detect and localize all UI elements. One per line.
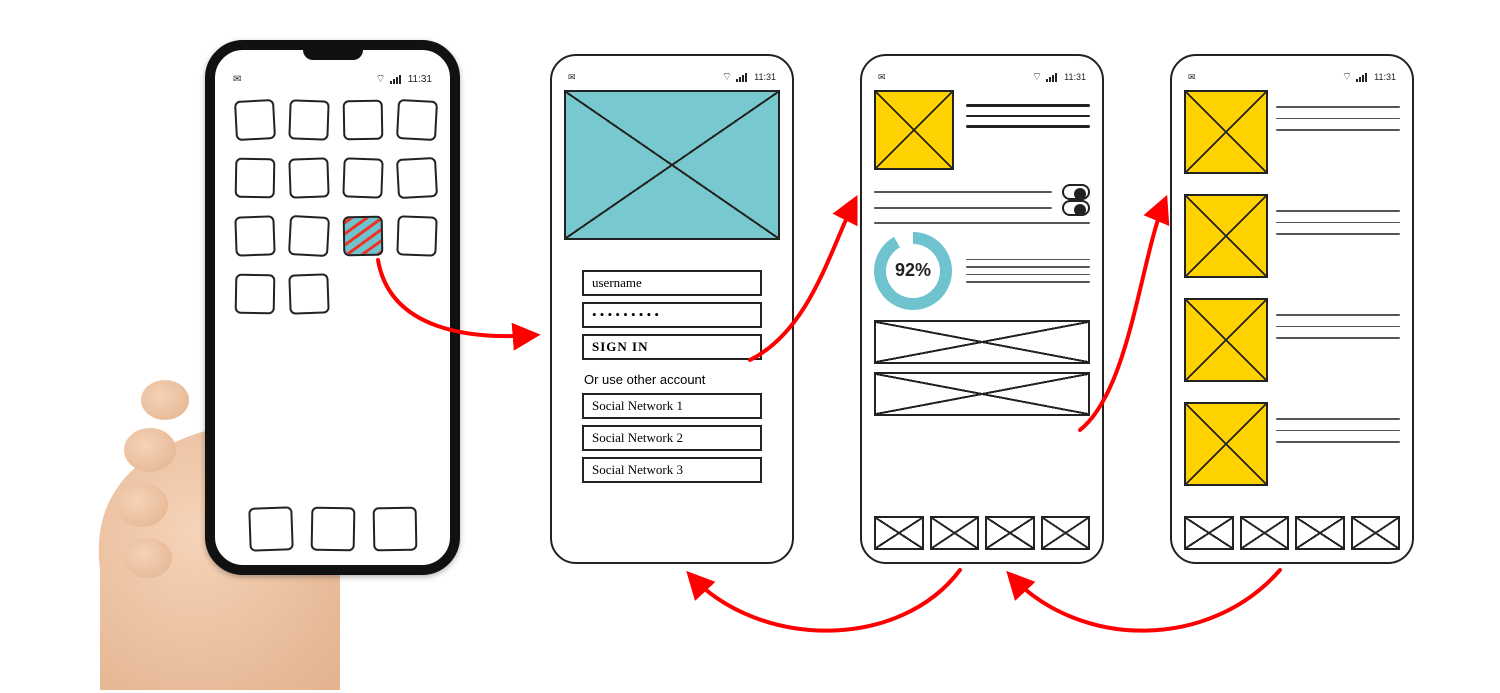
app-icon[interactable] [396, 157, 438, 199]
app-icon[interactable] [396, 215, 437, 256]
password-input[interactable]: • • • • • • • • • [582, 302, 762, 328]
text-line [966, 274, 1090, 276]
app-icon[interactable] [343, 100, 384, 141]
tab-item[interactable] [1240, 516, 1290, 550]
app-icon[interactable] [288, 215, 330, 257]
status-bar: ✉ ⌔ 11:31 [229, 72, 436, 86]
tab-item[interactable] [1351, 516, 1401, 550]
status-bar: ✉ ⌔ 11:31 [564, 70, 780, 84]
tab-bar [1184, 516, 1400, 550]
signal-icon [390, 74, 404, 84]
status-bar: ✉ ⌔ 11:31 [1184, 70, 1400, 84]
tab-item[interactable] [1041, 516, 1091, 550]
wifi-icon: ⌔ [375, 74, 385, 85]
setting-row [874, 191, 1052, 193]
status-time: 11:31 [408, 74, 432, 85]
text-line [966, 125, 1090, 128]
username-label: username [592, 275, 642, 291]
thumbnail-placeholder [1184, 298, 1268, 382]
dock-icon[interactable] [310, 507, 355, 552]
wifi-icon: ⌔ [1032, 72, 1042, 83]
physical-phone: ✉ ⌔ 11:31 [205, 40, 460, 575]
text-line [966, 104, 1090, 107]
toggle-switch[interactable] [1062, 184, 1090, 200]
banner-placeholder[interactable] [874, 320, 1090, 364]
status-time: 11:31 [754, 72, 776, 82]
dock-icon[interactable] [372, 507, 417, 552]
text-line [966, 259, 1090, 261]
tab-item[interactable] [985, 516, 1035, 550]
tab-bar [874, 516, 1090, 550]
app-icon[interactable] [288, 273, 329, 314]
tab-item[interactable] [1184, 516, 1234, 550]
banner-placeholder[interactable] [874, 372, 1090, 416]
thumbnail-placeholder [1184, 90, 1268, 174]
status-bar: ✉ ⌔ 11:31 [874, 70, 1090, 84]
signal-icon [1046, 72, 1060, 82]
list-item[interactable] [1184, 298, 1400, 392]
progress-ring: 92% [874, 232, 952, 310]
app-icon[interactable] [342, 157, 383, 198]
social-login-1[interactable]: Social Network 1 [582, 393, 762, 419]
status-time: 11:31 [1374, 72, 1396, 82]
signal-icon [736, 72, 750, 82]
password-mask: • • • • • • • • • [592, 307, 659, 323]
list-item[interactable] [1184, 402, 1400, 496]
list-item[interactable] [1184, 90, 1400, 184]
arrow-back-dashboard-to-login [690, 570, 960, 631]
wifi-icon: ⌔ [1342, 72, 1352, 83]
setting-row [874, 207, 1052, 209]
text-line [966, 266, 1090, 268]
thumbnail-placeholder [1184, 402, 1268, 486]
mail-icon: ✉ [568, 72, 576, 83]
tab-item[interactable] [874, 516, 924, 550]
app-icon[interactable] [396, 99, 438, 141]
hero-image-placeholder [564, 90, 780, 240]
app-icon[interactable] [234, 215, 275, 256]
dock [215, 507, 450, 551]
dock-icon[interactable] [248, 506, 294, 552]
alt-login-caption: Or use other account [584, 372, 762, 387]
tab-item[interactable] [930, 516, 980, 550]
text-line [966, 115, 1090, 118]
text-line [874, 222, 1090, 224]
wifi-icon: ⌔ [722, 72, 732, 83]
app-icon[interactable] [288, 157, 329, 198]
mail-icon: ✉ [233, 74, 241, 85]
social-login-3[interactable]: Social Network 3 [582, 457, 762, 483]
arrow-back-list-to-dashboard [1010, 570, 1280, 631]
wireframe-dashboard: ✉ ⌔ 11:31 92% [860, 54, 1104, 564]
thumbnail-placeholder [1184, 194, 1268, 278]
progress-value: 92% [895, 260, 931, 281]
wireframe-list: ✉ ⌔ 11:31 [1170, 54, 1414, 564]
wireframe-login: ✉ ⌔ 11:31 username • • • • • • • • • SIG… [550, 54, 794, 564]
app-icon[interactable] [288, 99, 329, 140]
app-icon-selected[interactable] [343, 216, 384, 257]
signal-icon [1356, 72, 1370, 82]
app-icon-grid [229, 96, 436, 318]
avatar-placeholder [874, 90, 954, 170]
app-icon[interactable] [234, 99, 276, 141]
username-input[interactable]: username [582, 270, 762, 296]
sign-in-button[interactable]: SIGN IN [582, 334, 762, 360]
status-time: 11:31 [1064, 72, 1086, 82]
social-login-2[interactable]: Social Network 2 [582, 425, 762, 451]
tab-item[interactable] [1295, 516, 1345, 550]
mail-icon: ✉ [878, 72, 886, 83]
toggle-switch[interactable] [1062, 200, 1090, 216]
app-icon[interactable] [235, 158, 276, 199]
app-icon[interactable] [235, 274, 276, 315]
text-line [966, 281, 1090, 283]
home-screen[interactable]: ✉ ⌔ 11:31 [215, 50, 450, 565]
mail-icon: ✉ [1188, 72, 1196, 83]
list-item[interactable] [1184, 194, 1400, 288]
